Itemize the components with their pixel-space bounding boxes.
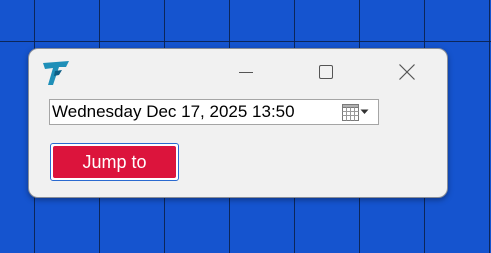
datetime-value[interactable]: Wednesday Dec 17, 2025 13:50 xyxy=(50,100,342,124)
datetime-picker[interactable]: Wednesday Dec 17, 2025 13:50 xyxy=(49,99,379,125)
minimize-icon xyxy=(239,72,253,73)
close-icon xyxy=(399,64,415,80)
minimize-button[interactable] xyxy=(229,59,263,85)
maximize-icon xyxy=(319,65,333,79)
jump-to-dialog: Wednesday Dec 17, 2025 13:50 Jump to xyxy=(28,48,448,198)
jump-to-button[interactable]: Jump to xyxy=(50,143,179,181)
dropdown-arrow-icon xyxy=(360,109,369,114)
app-logo-icon xyxy=(43,61,69,85)
calendar-icon xyxy=(342,103,359,121)
jump-to-label: Jump to xyxy=(53,146,176,178)
calendar-dropdown-button[interactable] xyxy=(342,100,378,124)
maximize-button[interactable] xyxy=(309,59,343,85)
close-button[interactable] xyxy=(390,59,424,85)
app-logo xyxy=(41,58,71,88)
